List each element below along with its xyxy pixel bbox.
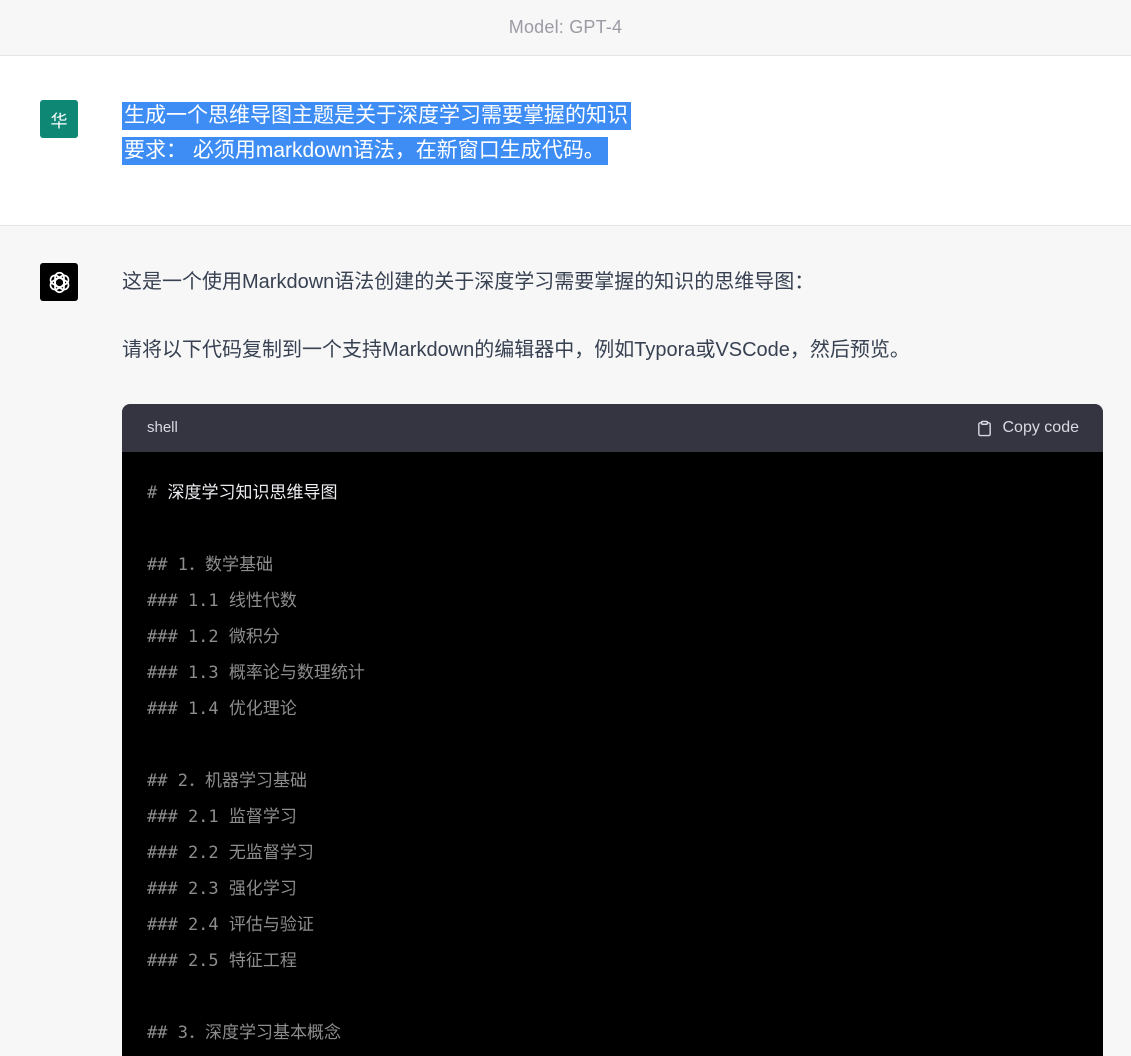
code-line: ### 2.1 监督学习 [147, 807, 297, 827]
copy-code-label: Copy code [1002, 419, 1080, 436]
code-line-title: # 深度学习知识思维导图 [147, 475, 1077, 511]
code-line: ### 2.2 无监督学习 [147, 843, 314, 863]
assistant-message-body: 这是一个使用Markdown语法创建的关于深度学习需要掌握的知识的思维导图： 请… [122, 263, 1103, 1056]
code-title-hash: # [147, 483, 168, 503]
user-selected-text-line1: 生成一个思维导图主题是关于深度学习需要掌握的知识 [122, 102, 631, 130]
code-line: ### 1.2 微积分 [147, 627, 280, 647]
assistant-message-row: 这是一个使用Markdown语法创建的关于深度学习需要掌握的知识的思维导图： 请… [0, 225, 1131, 1056]
code-line: ### 1.3 概率论与数理统计 [147, 663, 365, 683]
chatgpt-avatar [40, 263, 78, 301]
assistant-paragraph-2: 请将以下代码复制到一个支持Markdown的编辑器中，例如Typora或VSCo… [122, 339, 910, 361]
model-header-bar: Model: GPT-4 [0, 0, 1131, 56]
code-line: ### 2.5 特征工程 [147, 951, 297, 971]
code-line: ### 1.1 线性代数 [147, 591, 297, 611]
assistant-paragraph-1: 这是一个使用Markdown语法创建的关于深度学习需要掌握的知识的思维导图： [122, 271, 815, 293]
code-line: ## 2．机器学习基础 [147, 771, 307, 791]
code-title-text: 深度学习知识思维导图 [167, 483, 338, 503]
user-selected-text-line2: 要求： 必须用markdown语法，在新窗口生成代码。 [122, 137, 608, 165]
code-block: shell Copy code # 深度学习知识思维导图 ## 1．数学基础 ###… [122, 404, 1103, 1056]
model-label: Model: GPT-4 [508, 17, 623, 37]
code-line: ### 1.4 优化理论 [147, 699, 297, 719]
code-language-label: shell [147, 419, 178, 436]
user-message-text: 生成一个思维导图主题是关于深度学习需要掌握的知识 要求： 必须用markdown… [122, 98, 1101, 225]
code-line: ### 2.3 强化学习 [147, 879, 297, 899]
copy-code-button[interactable]: Copy code [976, 419, 1080, 438]
code-block-header: shell Copy code [122, 404, 1103, 452]
user-message-row: 华 生成一个思维导图主题是关于深度学习需要掌握的知识 要求： 必须用markdo… [0, 56, 1131, 225]
code-line: ### 2.4 评估与验证 [147, 915, 314, 935]
code-line: ## 1．数学基础 [147, 555, 273, 575]
openai-logo-icon [46, 269, 73, 296]
clipboard-icon [976, 419, 993, 438]
user-avatar: 华 [40, 100, 78, 138]
code-body: # 深度学习知识思维导图 ## 1．数学基础 ### 1.1 线性代数 ### 1.2… [122, 452, 1103, 1056]
user-avatar-initial: 华 [50, 111, 68, 131]
code-line: ## 3．深度学习基本概念 [147, 1023, 341, 1043]
